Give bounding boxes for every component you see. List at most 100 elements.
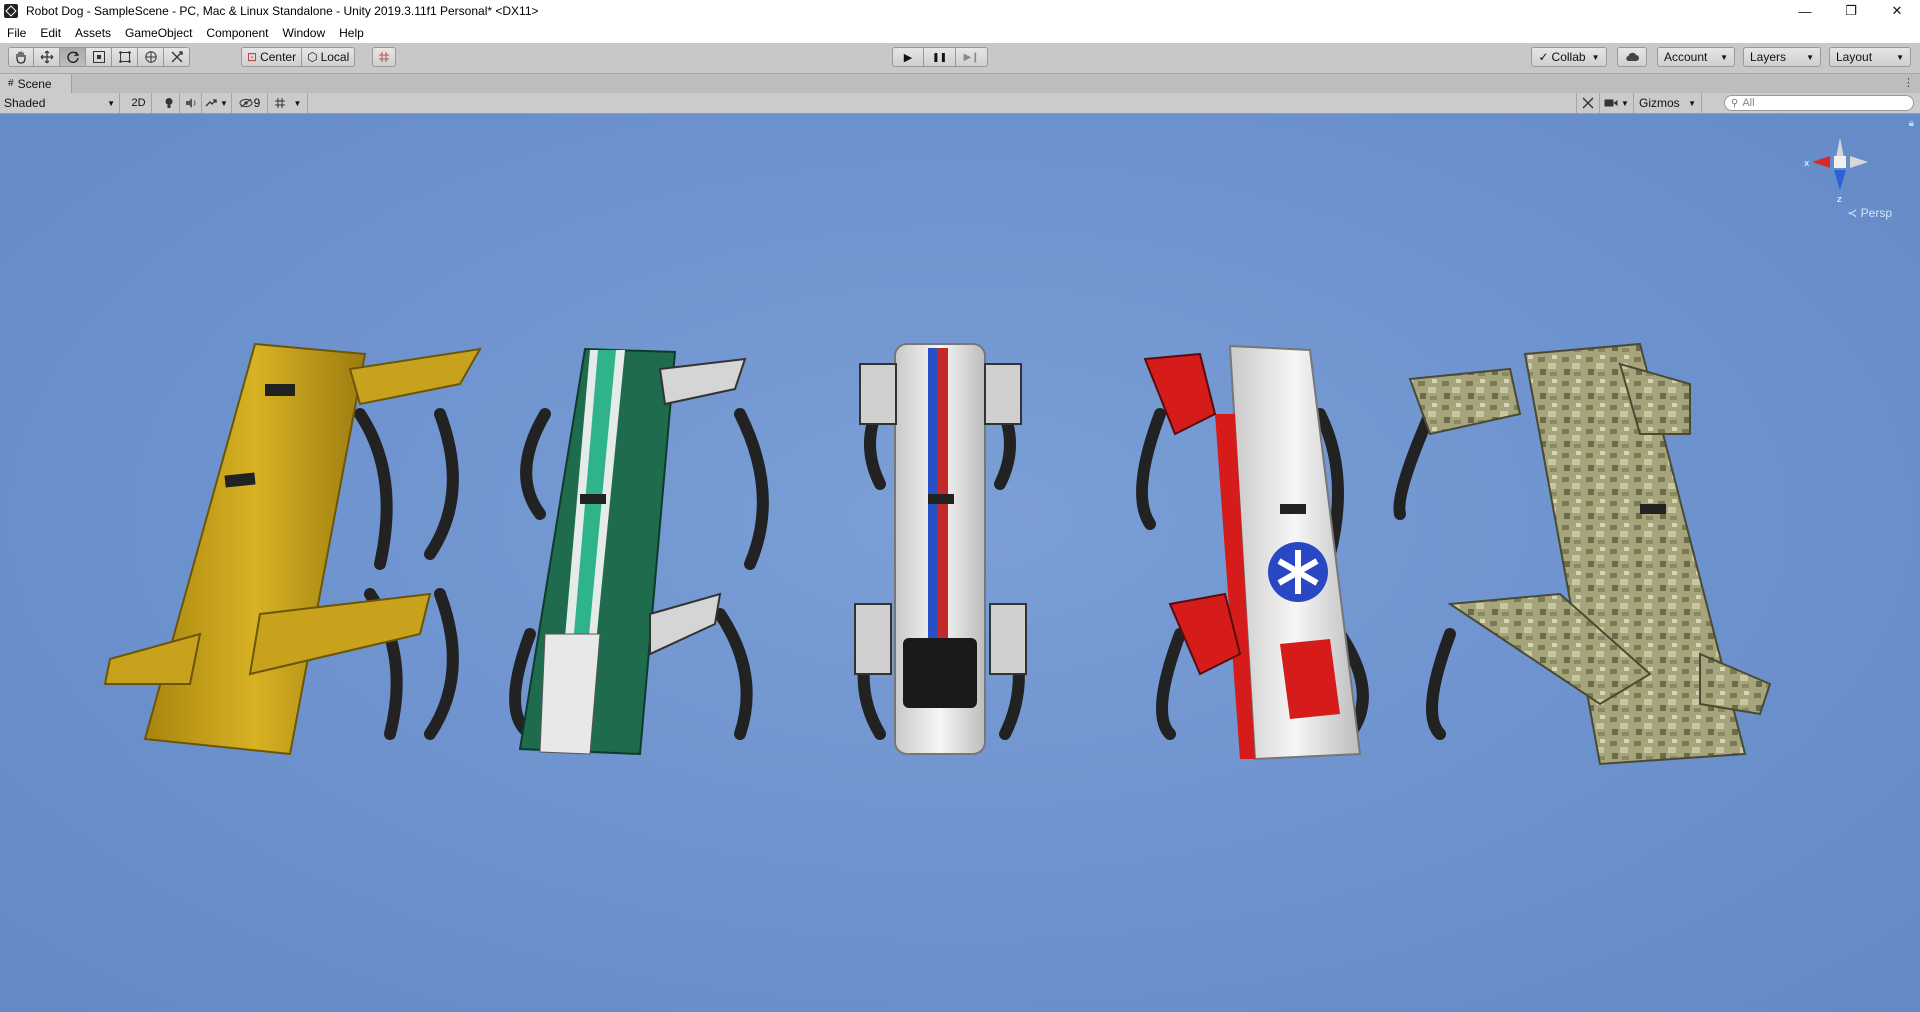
scene-icon: # <box>8 78 14 89</box>
draw-mode-label: Shaded <box>4 96 46 110</box>
collab-group: ✓ Collab ▼ <box>1531 47 1607 67</box>
close-button[interactable]: ✕ <box>1874 0 1920 22</box>
transform-tools <box>8 47 190 67</box>
transform-tool-icon <box>144 51 157 63</box>
pivot-rotation-button[interactable]: ⬡ Local <box>302 47 356 67</box>
scene-tab-label: Scene <box>17 76 52 91</box>
pivot-mode-label: Center <box>260 50 297 64</box>
move-tool-icon <box>40 50 53 64</box>
chevron-down-icon: ▼ <box>1806 52 1814 62</box>
robot-dog-camo[interactable] <box>1393 342 1772 766</box>
cloud-button[interactable] <box>1617 47 1647 67</box>
cloud-group <box>1617 47 1647 67</box>
pause-button[interactable]: ❚❚ <box>924 47 956 67</box>
gizmos-dropdown[interactable]: Gizmos ▼ <box>1634 93 1702 113</box>
chevron-down-icon: ▼ <box>293 98 302 108</box>
light-icon <box>165 98 172 108</box>
minimize-button[interactable]: — <box>1782 0 1828 22</box>
menu-gameobject[interactable]: GameObject <box>118 26 199 40</box>
chevron-down-icon: ▼ <box>1621 98 1629 108</box>
audio-icon <box>185 98 195 108</box>
rect-tool-icon <box>118 51 131 63</box>
hidden-count: 9 <box>253 96 261 110</box>
rect-tool-button[interactable] <box>112 47 138 67</box>
robot-dog-medical[interactable] <box>1136 344 1369 761</box>
toggle-2d-button[interactable]: 2D <box>126 93 152 113</box>
scene-tab-bar: # Scene ⋮ <box>0 74 1920 94</box>
custom-tool-icon <box>171 51 183 63</box>
rotate-tool-icon <box>66 51 79 63</box>
layers-dropdown[interactable]: Layers ▼ <box>1743 47 1821 67</box>
robot-dog-yellow[interactable] <box>103 342 482 756</box>
account-group: Account ▼ <box>1657 47 1735 67</box>
account-dropdown[interactable]: Account ▼ <box>1657 47 1735 67</box>
tools-toggle[interactable] <box>1576 93 1600 113</box>
camera-settings-dropdown[interactable]: ▼ <box>1600 93 1634 113</box>
scene-viewport[interactable]: 🔒︎ x z ≺ Persp <box>0 114 1920 1012</box>
title-bar: Robot Dog - SampleScene - PC, Mac & Linu… <box>0 0 1920 22</box>
cloud-icon <box>1626 52 1639 61</box>
window-controls: — ❐ ✕ <box>1782 0 1920 22</box>
chevron-down-icon: ▼ <box>1720 52 1728 62</box>
lighting-toggle[interactable] <box>158 93 180 113</box>
collab-check-icon: ✓ <box>1538 50 1549 64</box>
pivot-center-icon: ⊡ <box>247 50 258 64</box>
hidden-objects-toggle[interactable]: 9 <box>232 93 268 113</box>
grid-snap-button[interactable] <box>372 47 396 67</box>
visibility-icon <box>239 98 253 108</box>
pivot-mode-button[interactable]: ⊡ Center <box>241 47 303 67</box>
draw-mode-dropdown[interactable]: Shaded ▼ <box>0 93 120 113</box>
menu-bar: File Edit Assets GameObject Component Wi… <box>0 22 1920 43</box>
grid-snap-icon <box>379 52 389 62</box>
local-rotation-icon: ⬡ <box>307 50 318 64</box>
window-title: Robot Dog - SampleScene - PC, Mac & Linu… <box>26 4 539 18</box>
gizmos-label: Gizmos <box>1639 96 1680 110</box>
step-button[interactable]: ▶❙ <box>956 47 988 67</box>
account-label: Account <box>1664 50 1708 64</box>
chevron-down-icon: ▼ <box>220 98 228 108</box>
tab-scene[interactable]: # Scene <box>0 74 72 93</box>
hand-tool-icon <box>16 51 26 64</box>
layers-group: Layers ▼ <box>1743 47 1821 67</box>
restore-button[interactable]: ❐ <box>1828 0 1874 22</box>
menu-window[interactable]: Window <box>275 26 332 40</box>
tools-icon <box>1582 97 1594 109</box>
tab-menu-icon[interactable]: ⋮ <box>1903 76 1914 89</box>
menu-assets[interactable]: Assets <box>68 26 118 40</box>
chevron-down-icon: ▼ <box>1896 52 1904 62</box>
layout-dropdown[interactable]: Layout ▼ <box>1829 47 1911 67</box>
hand-tool-button[interactable] <box>8 47 34 67</box>
menu-file[interactable]: File <box>0 26 33 40</box>
robot-dog-green[interactable] <box>509 347 769 756</box>
chevron-down-icon: ▼ <box>1591 52 1600 62</box>
scene-view-toolbar: Shaded ▼ 2D ▼ 9 ▼ ▼ Gizmos ▼ ⚲ All <box>0 93 1920 114</box>
search-placeholder: All <box>1742 97 1755 109</box>
transform-tool-button[interactable] <box>138 47 164 67</box>
menu-edit[interactable]: Edit <box>33 26 68 40</box>
audio-toggle[interactable] <box>180 93 202 113</box>
scene-render <box>103 342 1772 766</box>
layout-label: Layout <box>1836 50 1873 64</box>
grid-snap-group <box>372 47 396 67</box>
camera-icon <box>1604 99 1618 107</box>
menu-help[interactable]: Help <box>332 26 371 40</box>
move-tool-button[interactable] <box>34 47 60 67</box>
scale-tool-button[interactable] <box>86 47 112 67</box>
collab-label: Collab <box>1551 50 1586 64</box>
play-button[interactable]: ▶ <box>892 47 924 67</box>
menu-component[interactable]: Component <box>199 26 275 40</box>
effects-dropdown[interactable]: ▼ <box>202 93 232 113</box>
grid-dropdown[interactable]: ▼ <box>268 93 308 113</box>
main-toolbar: ⊡ Center ⬡ Local ▶ ❚❚ ▶❙ ✓ Collab ▼ Acco… <box>0 43 1920 74</box>
chevron-down-icon: ▼ <box>107 98 115 108</box>
layout-group: Layout ▼ <box>1829 47 1911 67</box>
pivot-rotation-label: Local <box>320 50 350 64</box>
rotate-tool-button[interactable] <box>60 47 86 67</box>
unity-logo-icon <box>4 4 18 18</box>
robot-dog-white[interactable] <box>854 343 1027 755</box>
search-icon: ⚲ <box>1731 97 1739 109</box>
scene-search-input[interactable]: ⚲ All <box>1724 95 1914 111</box>
custom-tool-button[interactable] <box>164 47 190 67</box>
chevron-down-icon: ▼ <box>1688 98 1696 108</box>
collab-button[interactable]: ✓ Collab ▼ <box>1531 47 1607 67</box>
